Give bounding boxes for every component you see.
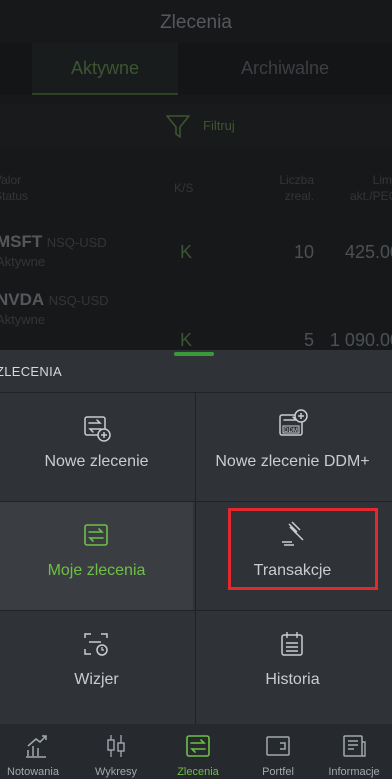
svg-text:DDM: DDM (284, 428, 298, 434)
new-ddm-order-label: Nowe zlecenie DDM+ (215, 453, 370, 470)
new-ddm-order-icon: DDM (279, 409, 308, 436)
wallet-icon (266, 736, 290, 756)
transactions-highlight-box (228, 508, 378, 590)
sheet-title: ZLECENIA (0, 364, 62, 379)
nav-label: Zlecenia (177, 766, 219, 778)
candles-icon (107, 735, 125, 757)
chart-up-icon (26, 735, 47, 758)
nav-item-zlecenia[interactable]: Zlecenia (160, 724, 236, 779)
orders-icon (186, 735, 210, 757)
nav-label: Informacje (328, 766, 380, 778)
history-calendar-icon (281, 632, 303, 656)
viewfinder-label: Wizjer (74, 671, 119, 688)
history-label: Historia (265, 671, 320, 688)
news-icon (343, 735, 366, 757)
viewfinder-icon (84, 633, 108, 656)
new-order-icon (84, 416, 111, 442)
nav-item-notowania[interactable]: Notowania (0, 724, 74, 779)
my-orders-label: Moje zlecenia (47, 562, 146, 579)
nav-item-portfel[interactable]: Portfel (242, 724, 314, 779)
my-orders-icon (84, 524, 108, 546)
history-tile[interactable]: Historia (196, 611, 389, 719)
sheet-drag-handle[interactable] (174, 352, 214, 356)
divider (195, 393, 196, 724)
nav-label: Wykresy (94, 766, 138, 778)
new-order-label: Nowe zlecenie (44, 453, 149, 470)
my-orders-tile[interactable]: Moje zlecenia (0, 502, 193, 610)
nav-item-informacje[interactable]: Informacje (316, 724, 392, 779)
nav-label: Notowania (7, 766, 59, 778)
bottom-nav: Notowania Wykresy Zlecenia Portfel Infor… (0, 724, 392, 779)
nav-item-wykresy[interactable]: Wykresy (78, 724, 154, 779)
new-order-tile[interactable]: Nowe zlecenie (0, 393, 193, 501)
modal-overlay[interactable] (0, 0, 392, 350)
new-ddm-order-tile[interactable]: DDM Nowe zlecenie DDM+ (196, 393, 389, 501)
nav-label: Portfel (262, 766, 294, 778)
orders-bottom-sheet: ZLECENIA Nowe zlecenie DDM Nowe zlecenie… (0, 350, 392, 724)
viewfinder-tile[interactable]: Wizjer (0, 611, 193, 719)
